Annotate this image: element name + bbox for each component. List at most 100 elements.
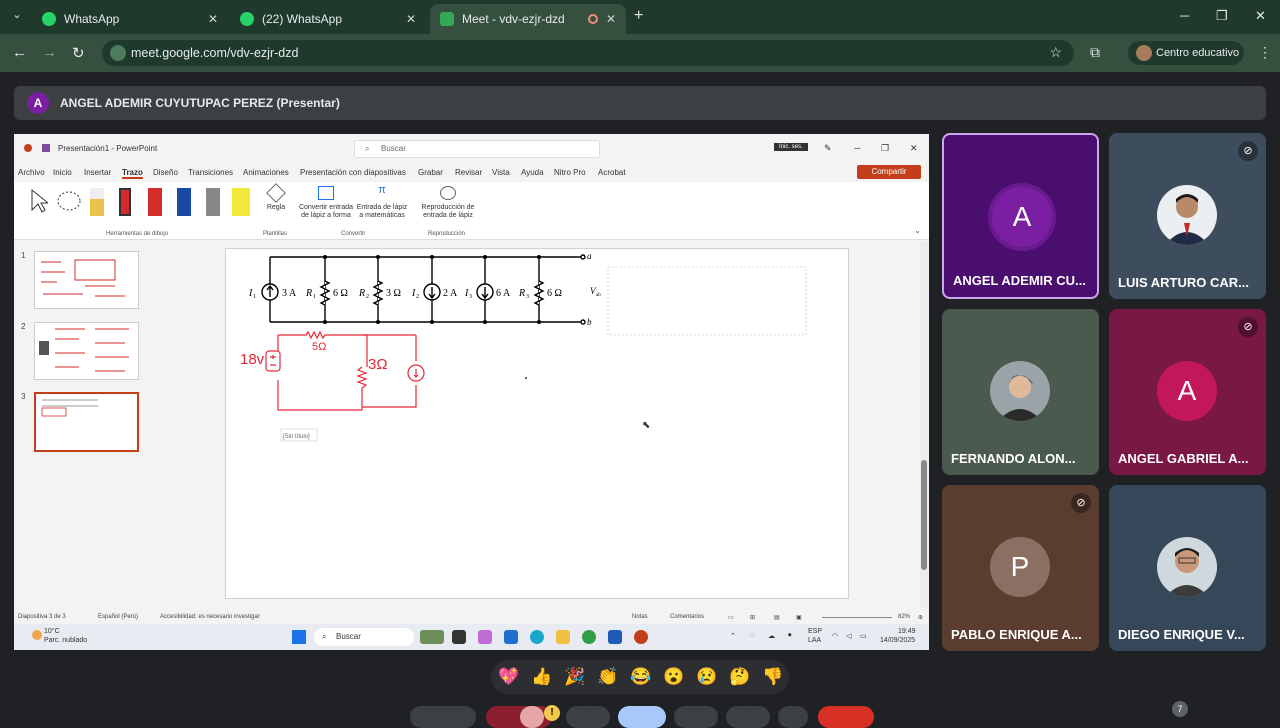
tab-whatsapp[interactable]: WhatsApp ✕ — [32, 4, 228, 34]
maximize-icon[interactable]: ❐ — [1216, 8, 1228, 24]
reaction-laugh-icon[interactable]: 😂 — [630, 667, 651, 687]
store-icon[interactable] — [504, 630, 518, 644]
onedrive-icon[interactable]: ☁ — [768, 632, 775, 640]
reaction-control-button[interactable] — [520, 706, 544, 728]
bookmark-star-icon[interactable]: ☆ — [1049, 44, 1062, 61]
taskbar-search[interactable]: ⌕ Buscar — [314, 628, 414, 646]
red-pen-tool-icon[interactable] — [119, 188, 131, 216]
close-tab-icon[interactable]: ✕ — [406, 12, 416, 26]
ribbon-collapse-icon[interactable]: ⌄ — [914, 226, 921, 235]
ribbon-tab[interactable]: Acrobat — [598, 168, 626, 177]
sign-in-button[interactable]: Inic. ses. — [774, 143, 808, 151]
ribbon-tab-active[interactable]: Trazo — [122, 168, 143, 179]
pencil-tool-icon[interactable] — [90, 188, 104, 216]
ribbon-tab[interactable]: Vista — [492, 168, 510, 177]
gray-pen-icon[interactable] — [206, 188, 220, 216]
tab-search-dropdown-icon[interactable]: ⌄ — [8, 8, 26, 26]
reading-view-icon[interactable]: ▤ — [774, 614, 780, 621]
ink-to-shape-button[interactable]: Convertir entrada de lápiz a forma — [296, 186, 356, 220]
share-button[interactable]: Compartir — [857, 165, 921, 179]
close-window-icon[interactable]: ✕ — [1255, 8, 1266, 24]
fit-slide-icon[interactable]: ⊕ — [918, 614, 923, 621]
profile-button[interactable]: Centro educativo — [1128, 41, 1244, 65]
settings-button[interactable] — [778, 706, 808, 728]
tab-whatsapp-22[interactable]: (22) WhatsApp ✕ — [230, 4, 426, 34]
copilot-icon[interactable] — [478, 630, 492, 644]
notes-button[interactable]: Notas — [632, 614, 648, 620]
url-bar[interactable]: meet.google.com/vdv-ezjr-dzd ☆ — [102, 40, 1074, 66]
forward-icon[interactable]: → — [42, 44, 57, 61]
keyboard-lang-1[interactable]: ESP — [808, 628, 822, 635]
clock-date[interactable]: 14/09/2025 — [880, 637, 915, 644]
slide-canvas[interactable]: I 1 3 A R 1 6 Ω R 2 3 Ω I 2 2 A I 3 6 A … — [225, 248, 849, 599]
accessibility-status[interactable]: Accesibilidad: es necesario investigar — [160, 614, 260, 620]
ribbon-tab[interactable]: Insertar — [84, 168, 111, 177]
reaction-thumbs-up-icon[interactable]: 👍 — [531, 667, 552, 687]
participant-tile[interactable]: FERNANDO ALON... — [942, 309, 1099, 475]
powerpoint-taskbar-icon[interactable] — [634, 630, 648, 644]
wifi-icon[interactable]: ◠ — [832, 632, 838, 640]
reaction-sad-icon[interactable]: 😢 — [696, 667, 717, 687]
present-button[interactable] — [618, 706, 666, 728]
mic-control-button[interactable] — [410, 706, 476, 728]
ribbon-tab[interactable]: Grabar — [418, 168, 443, 177]
save-icon[interactable] — [42, 144, 50, 152]
participant-tile[interactable]: DIEGO ENRIQUE V... — [1109, 485, 1266, 651]
participant-tile[interactable]: A ANGEL ADEMIR CU... — [942, 133, 1099, 299]
ribbon-tab[interactable]: Animaciones — [243, 168, 289, 177]
blue-pen-icon[interactable] — [177, 188, 191, 216]
reload-icon[interactable]: ↻ — [72, 44, 85, 62]
zoom-level[interactable]: 82% — [898, 614, 910, 620]
browser-menu-icon[interactable]: ⋮ — [1258, 44, 1272, 61]
widgets-icon[interactable] — [420, 630, 444, 644]
task-view-icon[interactable] — [452, 630, 466, 644]
red-pen-icon[interactable] — [148, 188, 162, 216]
reaction-party-icon[interactable]: 🎉 — [564, 667, 585, 687]
hand-button[interactable] — [674, 706, 718, 728]
edge-icon[interactable] — [530, 630, 544, 644]
keyboard-lang-2[interactable]: LAA — [808, 637, 821, 644]
slide-thumbnail-2[interactable] — [34, 322, 139, 380]
back-icon[interactable]: ← — [12, 44, 27, 61]
ruler-button[interactable]: Regla — [264, 183, 288, 212]
reaction-surprised-icon[interactable]: 😮 — [663, 667, 684, 687]
ppt-restore-icon[interactable]: ❐ — [881, 143, 889, 154]
file-explorer-icon[interactable] — [556, 630, 570, 644]
pen-icon[interactable]: ✎ — [824, 143, 832, 154]
ribbon-tab[interactable]: Inicio — [53, 168, 72, 177]
close-tab-icon[interactable]: ✕ — [606, 12, 616, 26]
participant-tile[interactable]: ⊘ LUIS ARTURO CAR... — [1109, 133, 1266, 299]
tab-meet[interactable]: Meet - vdv-ezjr-dzd ✕ — [430, 4, 626, 34]
language-status[interactable]: Español (Perú) — [98, 614, 138, 620]
scrollbar-thumb[interactable] — [921, 460, 927, 570]
participant-tile[interactable]: ⊘ A ANGEL GABRIEL A... — [1109, 309, 1266, 475]
ppt-minimize-icon[interactable]: ─ — [854, 143, 860, 153]
participant-tile[interactable]: ⊘ P PABLO ENRIQUE A... — [942, 485, 1099, 651]
slide-thumbnail-3[interactable] — [34, 392, 139, 452]
ink-to-math-button[interactable]: π Entrada de lápiz a matemáticas — [355, 185, 409, 220]
slideshow-icon[interactable]: ▣ — [796, 614, 802, 621]
clock-time[interactable]: 19:49 — [898, 628, 916, 635]
mic-icon[interactable]: ⏺ — [788, 632, 792, 640]
reaction-clap-icon[interactable]: 👏 — [597, 667, 618, 687]
ribbon-tab[interactable]: Transiciones — [188, 168, 233, 177]
slide-thumbnail-1[interactable] — [34, 251, 139, 309]
normal-view-icon[interactable]: ▭ — [728, 614, 734, 621]
slide-scrollbar[interactable] — [920, 242, 928, 608]
comments-button[interactable]: Comentarios — [670, 614, 704, 620]
ribbon-tab[interactable]: Archivo — [18, 168, 45, 177]
close-tab-icon[interactable]: ✕ — [208, 12, 218, 26]
minimize-icon[interactable]: ─ — [1180, 8, 1189, 23]
ribbon-tab[interactable]: Nitro Pro — [554, 168, 586, 177]
zoom-slider[interactable] — [822, 617, 892, 618]
extensions-icon[interactable]: ⧉ — [1090, 44, 1100, 61]
ribbon-tab[interactable]: Ayuda — [521, 168, 544, 177]
volume-icon[interactable]: ◁ — [846, 632, 851, 640]
site-info-icon[interactable] — [110, 45, 126, 61]
tray-chevron-icon[interactable]: ⌃ — [730, 632, 736, 640]
ink-replay-button[interactable]: Reproducción de entrada de lápiz — [418, 186, 478, 220]
word-icon[interactable] — [608, 630, 622, 644]
ppt-search-input[interactable]: ⌕ Buscar — [354, 140, 600, 158]
select-arrow-icon[interactable] — [30, 188, 48, 214]
captions-button[interactable] — [566, 706, 610, 728]
